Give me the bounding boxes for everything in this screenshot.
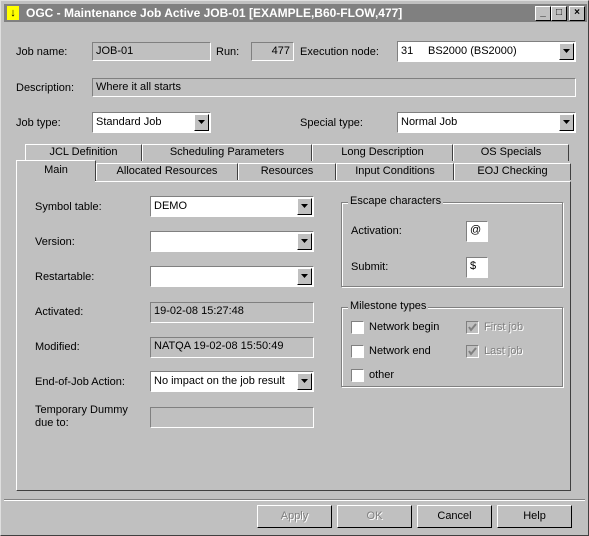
first-job-checkbox [466,321,479,334]
activation-input[interactable]: @ [466,221,488,242]
network-end-label: Network end [369,345,431,357]
window-title: OGC - Maintenance Job Active JOB-01 [EXA… [26,6,403,20]
escape-characters-title: Escape characters [348,195,444,207]
milestone-types-title: Milestone types [348,300,429,312]
execution-node-label: Execution node: [300,46,379,58]
cancel-button[interactable]: Cancel [417,505,492,528]
job-name-label: Job name: [16,46,68,58]
tab-allocated-resources[interactable]: Allocated Resources [96,163,238,180]
tab-eoj-checking[interactable]: EOJ Checking [454,163,571,180]
active-tab-joint [17,181,95,183]
tab-scheduling-parameters[interactable]: Scheduling Parameters [142,144,312,161]
symbol-table-label: Symbol table: [35,201,102,213]
end-of-job-action-select[interactable]: No impact on the job result [150,371,314,392]
run-field: 477 [251,42,294,61]
job-name-field: JOB-01 [92,42,211,61]
chevron-down-icon[interactable] [297,198,312,215]
end-of-job-action-value: No impact on the job result [154,375,285,387]
other-label: other [369,369,395,381]
tab-resources[interactable]: Resources [238,163,336,180]
version-select[interactable] [150,231,314,252]
help-button[interactable]: Help [497,505,572,528]
tab-input-conditions[interactable]: Input Conditions [336,163,454,180]
version-label: Version: [35,236,75,248]
special-type-value: Normal Job [401,116,458,128]
job-type-label: Job type: [16,117,61,129]
modified-label: Modified: [35,341,80,353]
tab-jcl-definition[interactable]: JCL Definition [25,144,142,161]
tab-main[interactable]: Main [16,160,96,181]
execution-node-number: 31 [401,45,414,57]
network-end-checkbox[interactable] [351,345,364,358]
job-type-select[interactable]: Standard Job [92,112,211,133]
restartable-label: Restartable: [35,271,95,283]
end-of-job-action-label: End-of-Job Action: [35,376,125,388]
run-label: Run: [216,46,240,58]
network-begin-label: Network begin [369,321,440,333]
chevron-down-icon[interactable] [297,233,312,250]
temporary-dummy-label: Temporary Dummy [35,404,128,416]
chevron-down-icon[interactable] [194,114,209,131]
escape-characters-group: Escape characters [341,195,563,287]
minimize-button[interactable]: _ [535,6,551,21]
chevron-down-icon[interactable] [559,114,574,131]
symbol-table-select[interactable]: DEMO [150,196,314,217]
activation-label: Activation: [351,225,402,237]
job-type-value: Standard Job [96,116,162,128]
network-begin-checkbox[interactable] [351,321,364,334]
ok-button[interactable]: OK [337,505,412,528]
special-type-select[interactable]: Normal Job [397,112,576,133]
first-job-label: First job [484,321,524,333]
description-field: Where it all starts [92,78,576,97]
chevron-down-icon[interactable] [297,373,312,390]
chevron-down-icon[interactable] [297,268,312,285]
button-separator [4,499,585,501]
submit-label: Submit: [351,261,389,273]
symbol-table-value: DEMO [154,200,187,212]
modified-field: NATQA 19-02-08 15:50:49 [150,337,314,358]
maximize-button[interactable]: □ [551,6,567,21]
last-job-checkbox [466,345,479,358]
other-checkbox[interactable] [351,369,364,382]
submit-input[interactable]: $ [466,257,488,278]
tab-os-specials[interactable]: OS Specials [453,144,569,161]
description-label: Description: [16,82,75,94]
activated-field: 19-02-08 15:27:48 [150,302,314,323]
check-icon [468,323,477,332]
tab-long-description[interactable]: Long Description [312,144,453,161]
restartable-select[interactable] [150,266,314,287]
special-type-label: Special type: [300,117,363,129]
temporary-dummy-field [150,407,314,428]
app-arrow-icon[interactable]: ↓ [7,6,19,20]
last-job-label: Last job [484,345,523,357]
chevron-down-icon[interactable] [559,43,574,60]
check-icon [468,347,477,356]
execution-node-select[interactable]: 31 BS2000 (BS2000) [397,41,576,62]
close-button[interactable]: × [569,6,585,21]
title-bar[interactable]: ↓ OGC - Maintenance Job Active JOB-01 [E… [4,4,587,22]
execution-node-value: BS2000 (BS2000) [428,45,517,57]
activated-label: Activated: [35,306,84,318]
temporary-dummy-label-line2: due to: [35,417,69,429]
dialog-window: ↓ OGC - Maintenance Job Active JOB-01 [E… [0,0,589,536]
apply-button[interactable]: Apply [257,505,332,528]
